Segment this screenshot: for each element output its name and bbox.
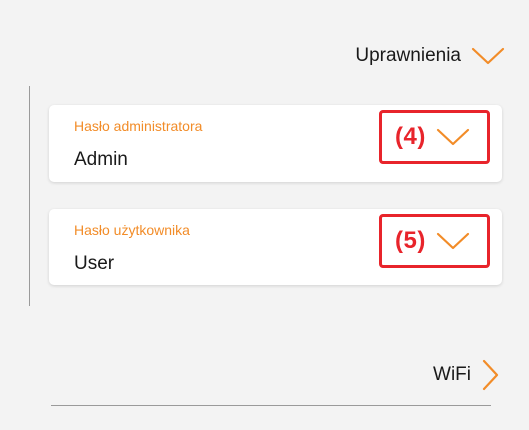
annotation-marker-label: (4) [395, 123, 426, 150]
annotation-marker-label: (5) [395, 227, 426, 254]
chevron-down-icon[interactable] [471, 46, 505, 66]
admin-password-value: Admin [74, 149, 128, 170]
wifi-section-header[interactable]: WiFi [433, 358, 499, 392]
chevron-down-icon[interactable] [436, 127, 470, 147]
chevron-down-icon[interactable] [436, 231, 470, 251]
user-password-field[interactable]: Hasło użytkownika User (5) [49, 209, 502, 285]
annotation-marker-5: (5) [379, 214, 490, 268]
section-indent-line [29, 86, 30, 306]
wifi-section-title: WiFi [433, 364, 471, 385]
admin-password-field[interactable]: Hasło administratora Admin (4) [49, 105, 502, 182]
chevron-right-icon[interactable] [481, 359, 499, 391]
user-password-value: User [74, 253, 115, 274]
section-divider [51, 405, 491, 406]
annotation-marker-4: (4) [379, 110, 490, 164]
admin-password-label: Hasło administratora [74, 118, 203, 134]
user-password-label: Hasło użytkownika [74, 222, 190, 238]
permissions-section-title: Uprawnienia [355, 45, 461, 66]
permissions-section-header[interactable]: Uprawnienia [355, 40, 505, 72]
